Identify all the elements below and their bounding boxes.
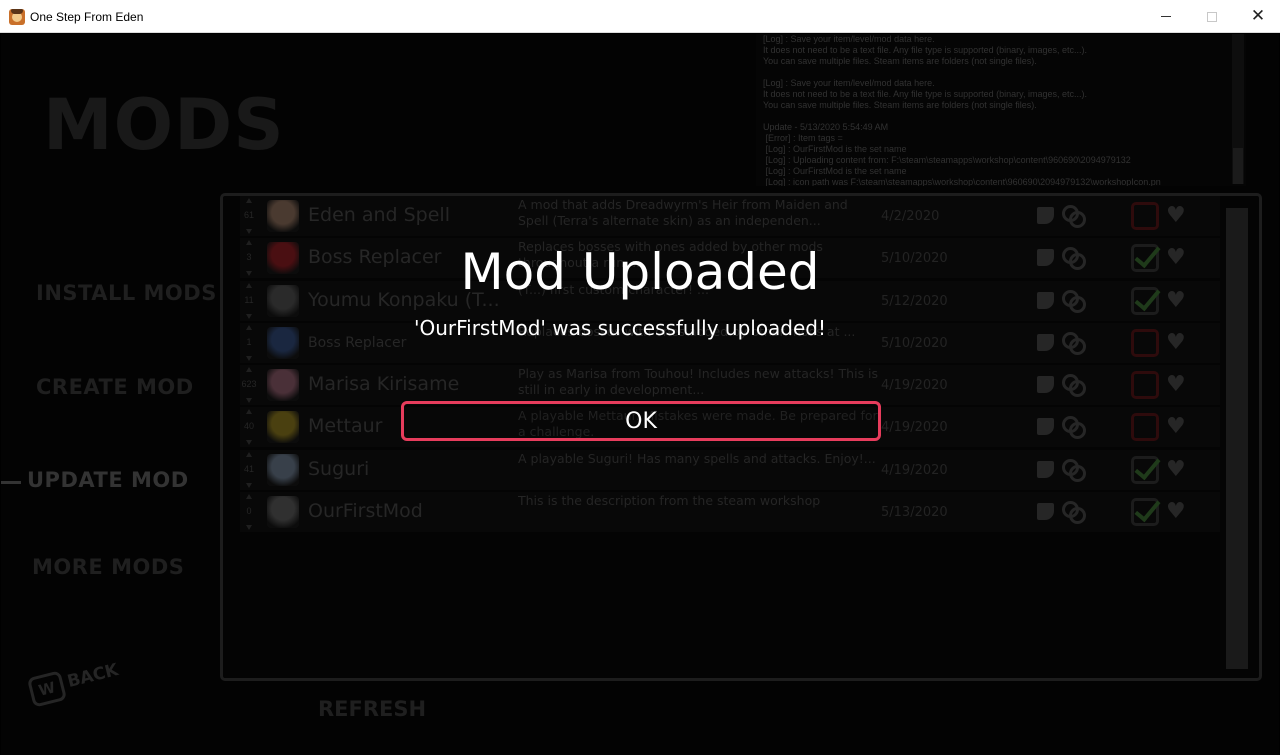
w-key-icon: W (26, 670, 68, 708)
mod-thumbnail (267, 411, 299, 443)
heart-icon[interactable]: ♥ (1166, 371, 1186, 399)
mod-date: 4/19/2020 (881, 420, 948, 435)
link-icon[interactable] (1062, 501, 1086, 524)
folder-icon[interactable] (1037, 207, 1054, 224)
enable-checkbox[interactable] (1131, 413, 1159, 441)
link-icon[interactable] (1062, 374, 1086, 397)
mod-row[interactable]: 0 OurFirstMod This is the description from… (240, 492, 1220, 532)
downvote-arrow-icon[interactable] (246, 356, 252, 361)
maximize-icon (1207, 11, 1217, 22)
mod-row[interactable]: 41 Suguri A playable Suguri! Has many spel… (240, 450, 1220, 490)
window-title: One Step From Eden (30, 10, 144, 24)
mod-date: 4/2/2020 (881, 209, 940, 224)
enable-checkbox[interactable] (1131, 202, 1159, 230)
link-icon[interactable] (1062, 205, 1086, 228)
mod-date: 5/13/2020 (881, 505, 948, 520)
mod-date: 4/19/2020 (881, 378, 948, 393)
selected-marker (1, 481, 21, 484)
enable-checkbox[interactable] (1131, 498, 1159, 526)
link-icon[interactable] (1062, 459, 1086, 482)
mod-thumbnail (267, 200, 299, 232)
mod-description: Play as Marisa from Touhou! Includes new… (518, 366, 879, 397)
downvote-arrow-icon[interactable] (246, 398, 252, 403)
folder-icon[interactable] (1037, 461, 1054, 478)
upvote-arrow-icon[interactable] (246, 494, 252, 499)
vote-count: 40 (243, 421, 254, 431)
heart-icon[interactable]: ♥ (1166, 456, 1186, 484)
update-mod-menu-item[interactable]: UPDATE MOD (27, 468, 189, 492)
downvote-arrow-icon[interactable] (246, 483, 252, 488)
refresh-button[interactable]: REFRESH (318, 697, 426, 721)
upvote-arrow-icon[interactable] (246, 367, 252, 372)
game-screen: MODS [Log] : Save your item/level/mod da… (1, 34, 1279, 755)
mod-name: Mettaur (308, 415, 383, 437)
mod-description: A playable Suguri! Has many spells and a… (518, 451, 876, 466)
mod-date: 4/19/2020 (881, 463, 948, 478)
maximize-button[interactable] (1189, 0, 1235, 33)
minimize-button[interactable] (1143, 0, 1189, 33)
heart-icon[interactable]: ♥ (1166, 413, 1186, 441)
upvote-arrow-icon[interactable] (246, 198, 252, 203)
upvote-arrow-icon[interactable] (246, 409, 252, 414)
vote-count: 623 (241, 379, 257, 389)
mod-name: Marisa Kirisame (308, 373, 460, 395)
vote-control[interactable]: 41 (240, 452, 258, 488)
more-mods-menu-item[interactable]: MORE MODS (32, 555, 184, 579)
log-scrollbar-thumb[interactable] (1233, 148, 1243, 184)
vote-count: 61 (243, 210, 254, 220)
downvote-arrow-icon[interactable] (246, 525, 252, 530)
vote-control[interactable]: 40 (240, 409, 258, 445)
app-icon (9, 9, 25, 25)
mod-description: A mod that adds Dreadwyrm's Heir from Ma… (518, 197, 848, 228)
close-button[interactable]: ✕ (1235, 0, 1280, 33)
create-mod-menu-item[interactable]: CREATE MOD (36, 375, 194, 399)
downvote-arrow-icon[interactable] (246, 440, 252, 445)
heart-icon[interactable]: ♥ (1166, 202, 1186, 230)
vote-control[interactable]: 623 (240, 367, 258, 403)
mod-name: Eden and Spell (308, 204, 450, 226)
folder-icon[interactable] (1037, 376, 1054, 393)
mod-thumbnail (267, 369, 299, 401)
downvote-arrow-icon[interactable] (246, 229, 252, 234)
upload-log-panel: [Log] : Save your item/level/mod data he… (756, 34, 1246, 186)
mod-name: Suguri (308, 458, 370, 480)
link-icon[interactable] (1062, 416, 1086, 439)
vote-control[interactable]: 0 (240, 494, 258, 530)
window-titlebar: One Step From Eden ✕ (0, 0, 1280, 33)
heart-icon[interactable]: ♥ (1166, 498, 1186, 526)
mod-thumbnail (267, 496, 299, 528)
vote-count: 0 (246, 506, 252, 516)
mod-description: This is the description from the steam w… (518, 493, 821, 508)
mod-row[interactable]: 61 Eden and Spell A mod that adds Dreadwyr… (240, 196, 1220, 236)
enable-checkbox[interactable] (1131, 371, 1159, 399)
upvote-arrow-icon[interactable] (246, 452, 252, 457)
folder-icon[interactable] (1037, 503, 1054, 520)
back-button[interactable]: BACK (65, 660, 120, 692)
mod-name: OurFirstMod (308, 500, 423, 522)
mod-thumbnail (267, 454, 299, 486)
vote-count: 41 (243, 464, 254, 474)
mod-row[interactable]: 623 Marisa Kirisame Play as Marisa from To… (240, 365, 1220, 405)
page-title: MODS (43, 84, 285, 166)
close-icon: ✕ (1250, 6, 1266, 26)
enable-checkbox[interactable] (1131, 456, 1159, 484)
folder-icon[interactable] (1037, 418, 1054, 435)
ok-button[interactable]: OK (401, 401, 881, 441)
upload-log-text: [Log] : Save your item/level/mod data he… (763, 34, 1161, 186)
dialog-message: 'OurFirstMod' was successfully uploaded! (413, 316, 827, 340)
vote-control[interactable]: 61 (240, 198, 258, 234)
dialog-title: Mod Uploaded (460, 243, 820, 301)
minimize-icon (1161, 16, 1171, 17)
